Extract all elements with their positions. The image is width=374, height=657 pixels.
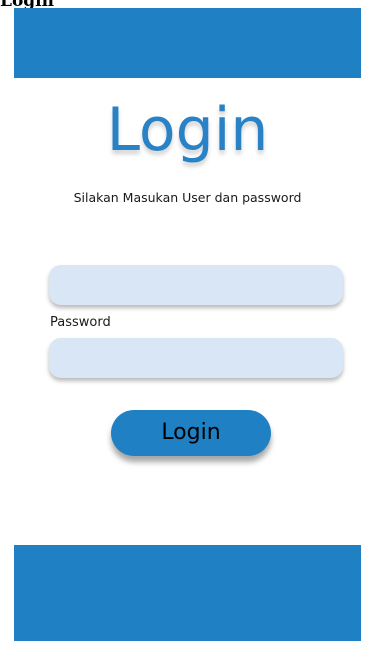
footer-bar	[14, 545, 361, 641]
header-bar	[14, 8, 361, 78]
login-title: Login	[106, 95, 269, 165]
username-input[interactable]	[49, 265, 343, 305]
password-label: Password	[50, 315, 111, 330]
password-input[interactable]	[49, 338, 343, 378]
login-button[interactable]: Login	[111, 410, 271, 456]
login-subtitle: Silakan Masukan User dan password	[73, 190, 302, 205]
login-screen: Login Silakan Masukan User dan password …	[14, 8, 361, 641]
